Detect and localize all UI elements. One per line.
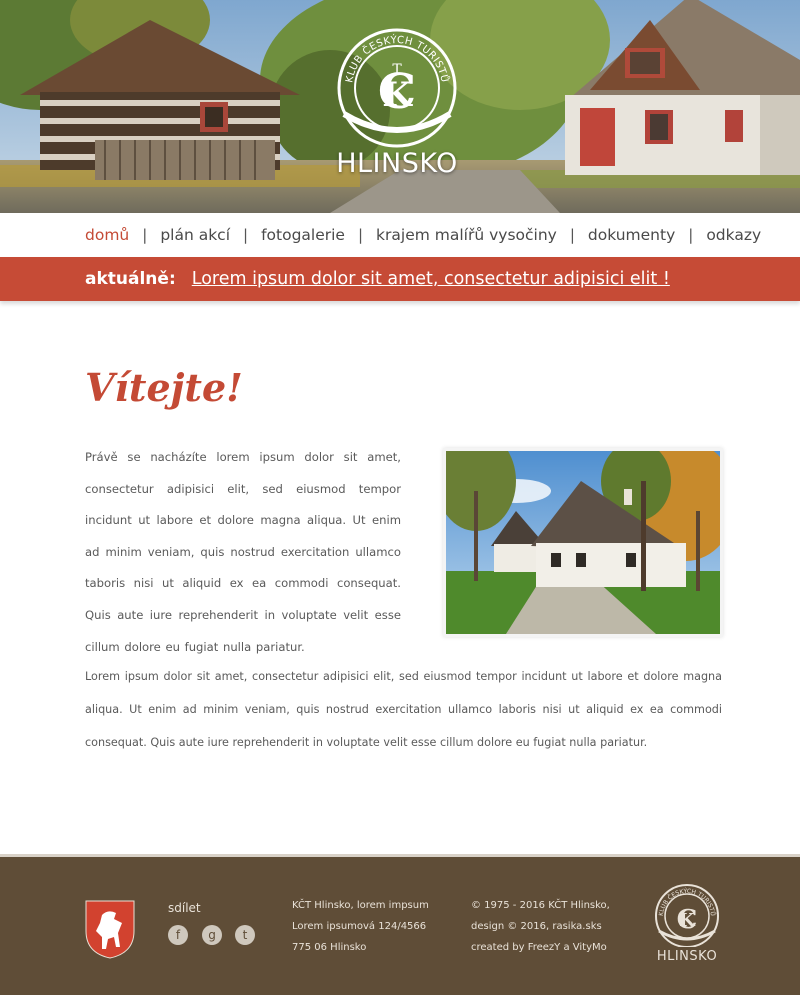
share-label: sdílet (168, 901, 201, 915)
nav-item-events[interactable]: plán akcí (160, 226, 230, 244)
footer-logo-title: HLINSKO (656, 949, 718, 964)
intro-paragraph: Právě se nacházíte lorem ipsum dolor sit… (85, 450, 401, 654)
logo-title: HLINSKO (336, 148, 458, 179)
news-label: aktuálně: (85, 269, 176, 289)
nav-item-gallery[interactable]: fotogalerie (261, 226, 345, 244)
credits-line: © 1975 - 2016 KČT Hlinsko, (471, 900, 610, 911)
facebook-icon[interactable]: f (168, 925, 188, 945)
credits-line: design © 2016, rasika.sks (471, 921, 602, 932)
credits: © 1975 - 2016 KČT Hlinsko, design © 2016… (471, 895, 610, 958)
credits-line: created by FreezY a VityMo (471, 942, 607, 953)
kct-emblem-small-icon: KLUB ČESKÝCH TURISTŮ C K (655, 884, 719, 948)
nav-item-home[interactable]: domů (85, 226, 129, 244)
club-logo[interactable]: KLUB ČESKÝCH TURISTŮ C K T HLINSKO (332, 26, 462, 186)
page-title: Vítejte! (85, 365, 243, 410)
nav-separator: | (357, 226, 364, 244)
nav-item-links[interactable]: odkazy (706, 226, 761, 244)
nav-separator: | (142, 226, 148, 244)
featured-photo[interactable] (436, 431, 736, 637)
nav-separator: | (243, 226, 249, 244)
nav-separator: | (569, 226, 575, 244)
google-plus-icon[interactable]: g (202, 925, 222, 945)
body-paragraph: Lorem ipsum dolor sit amet, consectetur … (85, 670, 722, 749)
contact-line: 775 06 Hlinsko (292, 942, 367, 953)
twitter-icon[interactable]: t (235, 925, 255, 945)
svg-text:T: T (392, 62, 402, 78)
svg-text:K: K (679, 910, 696, 931)
coat-of-arms-icon (85, 900, 135, 959)
contact-line: Lorem ipsumová 124/4566 (292, 921, 427, 932)
footer: sdílet f g t KČT Hlinsko, lorem impsum L… (0, 854, 800, 995)
main-nav: domů | plán akcí | fotogalerie | krajem … (0, 213, 800, 257)
kct-emblem-icon: KLUB ČESKÝCH TURISTŮ C K T (337, 28, 457, 148)
news-bar: aktuálně: Lorem ipsum dolor sit amet, co… (0, 257, 800, 301)
footer-logo[interactable]: KLUB ČESKÝCH TURISTŮ C K HLINSKO (652, 883, 722, 964)
contact-info: KČT Hlinsko, lorem impsum Lorem ipsumová… (292, 895, 429, 958)
header-banner: KLUB ČESKÝCH TURISTŮ C K T HLINSKO (0, 0, 800, 213)
nav-item-painters[interactable]: krajem malířů vysočiny (376, 226, 557, 244)
news-link[interactable]: Lorem ipsum dolor sit amet, consectetur … (192, 269, 670, 289)
nav-item-documents[interactable]: dokumenty (588, 226, 675, 244)
svg-text:K: K (382, 75, 413, 115)
cottage-photo-image (436, 431, 736, 634)
nav-separator: | (688, 226, 694, 244)
contact-line: KČT Hlinsko, lorem impsum (292, 900, 429, 911)
